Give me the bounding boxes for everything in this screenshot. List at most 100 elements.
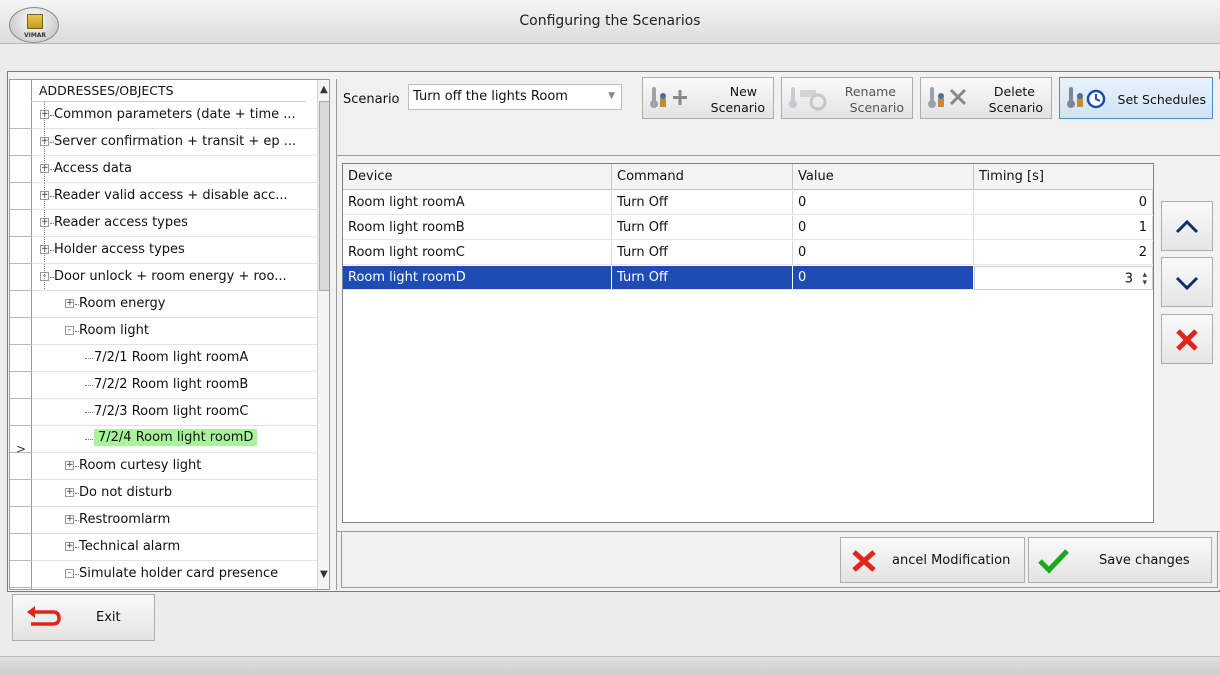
- grid-cell-device[interactable]: Room light roomA: [343, 191, 612, 215]
- tree-item[interactable]: 7/2/3 Room light roomC: [32, 399, 317, 426]
- tree-item[interactable]: + Reader access types: [32, 210, 317, 237]
- tree-column-header[interactable]: ADDRESSES/OBJECTS: [31, 80, 306, 102]
- column-header-value[interactable]: Value: [793, 164, 974, 190]
- tree-item-label: Simulate holder card presence: [79, 566, 279, 581]
- logo-text: VIMAR: [23, 32, 47, 39]
- tree-item[interactable]: - Room light: [32, 318, 317, 345]
- tree-item[interactable]: + Room energy: [32, 291, 317, 318]
- column-header-command[interactable]: Command: [612, 164, 793, 190]
- tree-item[interactable]: + Reader valid access + disable acc...: [32, 183, 317, 210]
- row-header-cell[interactable]: [10, 156, 32, 183]
- grid-cell-value[interactable]: 0: [793, 241, 974, 265]
- grid-cell-timing-text: 0: [1138, 195, 1147, 210]
- grid-cell-value[interactable]: 0: [793, 266, 974, 290]
- tree-item[interactable]: + Common parameters (date + time ...: [32, 102, 317, 129]
- expand-plus-icon[interactable]: +: [65, 542, 74, 551]
- grid-cell-command[interactable]: Turn Off: [612, 266, 793, 290]
- grid-cell-command-text: Turn Off: [617, 245, 668, 260]
- row-header-cell[interactable]: [10, 291, 32, 318]
- grid-cell-device-text: Room light roomA: [348, 195, 465, 210]
- row-header-cell[interactable]: [10, 318, 32, 345]
- tree-connector: [85, 412, 93, 413]
- tree-item[interactable]: - Door unlock + room energy + roo...: [32, 264, 317, 291]
- new-scenario-button[interactable]: New Scenario: [642, 77, 774, 119]
- row-header-cell[interactable]: [10, 588, 32, 589]
- expand-plus-icon[interactable]: +: [65, 461, 74, 470]
- grid-cell-value-text: 0: [798, 195, 807, 210]
- rename-scenario-button[interactable]: Rename Scenario: [781, 77, 913, 119]
- save-changes-button[interactable]: Save changes: [1028, 537, 1212, 583]
- tree-item[interactable]: - Simulate holder card presence: [32, 561, 317, 588]
- column-header-timing[interactable]: Timing [s]: [974, 164, 1153, 190]
- grid-cell-value[interactable]: 0: [793, 216, 974, 240]
- grid-cell-timing[interactable]: 2: [974, 241, 1153, 265]
- exit-button[interactable]: Exit: [12, 594, 155, 641]
- scrollbar-thumb[interactable]: [319, 101, 329, 291]
- grid-cell-timing[interactable]: 1: [974, 216, 1153, 240]
- tree-item[interactable]: + Do not disturb: [32, 480, 317, 507]
- grid-cell-device[interactable]: Room light roomB: [343, 216, 612, 240]
- tree-connector: [44, 156, 45, 182]
- collapse-minus-icon[interactable]: -: [65, 569, 74, 578]
- row-header-cell[interactable]: [10, 345, 32, 372]
- expand-plus-icon[interactable]: +: [65, 488, 74, 497]
- row-header-cell[interactable]: [10, 237, 32, 264]
- row-header-cell[interactable]: [10, 102, 32, 129]
- grid-row[interactable]: Room light roomD Turn Off 0 3 ▴ ▾: [343, 266, 1153, 290]
- grid-cell-timing[interactable]: 3 ▴ ▾: [974, 266, 1153, 290]
- grid-row[interactable]: Room light roomC Turn Off 0 2: [343, 241, 1153, 265]
- row-header-cell[interactable]: [10, 372, 32, 399]
- row-header-cell[interactable]: [10, 507, 32, 534]
- grid-cell-timing[interactable]: 0: [974, 191, 1153, 215]
- scenario-commands-grid[interactable]: Device Command Value Timing [s] Room lig…: [342, 163, 1154, 523]
- tree-item-label: Access data: [54, 161, 132, 176]
- scroll-up-icon[interactable]: ▲: [320, 84, 328, 95]
- tree-item[interactable]: 7/2/1 Room light roomA: [32, 345, 317, 372]
- new-scenario-icon: [650, 87, 687, 108]
- grid-cell-device[interactable]: Room light roomD: [343, 266, 612, 290]
- delete-scenario-button[interactable]: Delete Scenario: [920, 77, 1052, 119]
- grid-cell-command[interactable]: Turn Off: [612, 216, 793, 240]
- grid-cell-command[interactable]: Turn Off: [612, 191, 793, 215]
- chevron-down-icon[interactable]: ▼: [608, 91, 615, 101]
- spinner-arrows-icon[interactable]: ▴ ▾: [1137, 271, 1147, 288]
- tree-item[interactable]: + Holder access types: [32, 237, 317, 264]
- tree-item[interactable]: + Technical alarm: [32, 534, 317, 561]
- delete-row-button[interactable]: [1161, 314, 1213, 364]
- tree-connector: [44, 264, 45, 290]
- grid-cell-device[interactable]: Room light roomC: [343, 241, 612, 265]
- tree-item[interactable]: + Access data: [32, 156, 317, 183]
- tree-item[interactable]: 7/2/2 Room light roomB: [32, 372, 317, 399]
- expand-plus-icon[interactable]: +: [65, 299, 74, 308]
- current-row-indicator-icon: >: [15, 442, 27, 456]
- grid-row[interactable]: Room light roomB Turn Off 0 1: [343, 216, 1153, 240]
- grid-cell-command[interactable]: Turn Off: [612, 241, 793, 265]
- row-header-cell[interactable]: [10, 480, 32, 507]
- row-header-cell[interactable]: [10, 264, 32, 291]
- collapse-minus-icon[interactable]: -: [65, 326, 74, 335]
- tree-item-label: 7/2/4 Room light roomD: [94, 429, 258, 446]
- tree-item-label: Door unlock + room energy + roo...: [54, 269, 287, 284]
- scenario-select[interactable]: Turn off the lights Room ▼: [408, 84, 622, 110]
- tree-item[interactable]: + Server confirmation + transit + ep ...: [32, 129, 317, 156]
- row-header-cell[interactable]: [10, 183, 32, 210]
- set-schedules-button[interactable]: Set Schedules: [1059, 77, 1213, 119]
- row-header-cell[interactable]: [10, 210, 32, 237]
- row-header-cell[interactable]: [10, 399, 32, 426]
- row-header-cell[interactable]: [10, 561, 32, 588]
- red-x-icon: [1176, 329, 1198, 351]
- move-down-button[interactable]: [1161, 257, 1213, 307]
- grid-cell-value[interactable]: 0: [793, 191, 974, 215]
- row-header-cell[interactable]: [10, 534, 32, 561]
- expand-plus-icon[interactable]: +: [65, 515, 74, 524]
- tree-item[interactable]: + Restroomlarm: [32, 507, 317, 534]
- scroll-down-icon[interactable]: ▼: [320, 569, 328, 580]
- tree-scrollbar[interactable]: ▲ ▼: [317, 80, 329, 589]
- move-up-button[interactable]: [1161, 201, 1213, 251]
- column-header-device[interactable]: Device: [343, 164, 612, 190]
- grid-row[interactable]: Room light roomA Turn Off 0 0: [343, 191, 1153, 215]
- row-header-cell[interactable]: [10, 129, 32, 156]
- tree-item[interactable]: 7/2/4 Room light roomD: [32, 426, 317, 453]
- cancel-modification-button[interactable]: ancel Modification: [840, 537, 1025, 583]
- tree-item[interactable]: + Room curtesy light: [32, 453, 317, 480]
